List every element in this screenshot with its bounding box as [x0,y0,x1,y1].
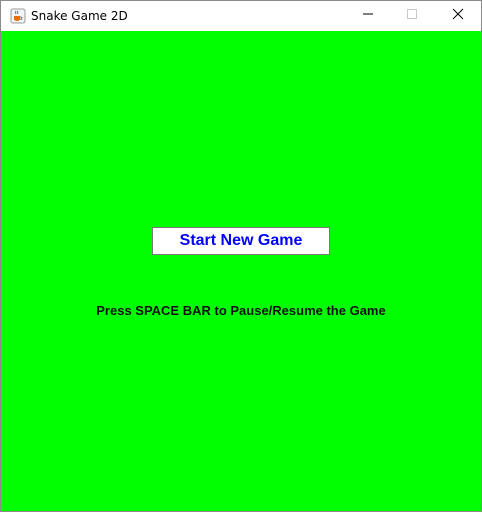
title-bar[interactable]: Snake Game 2D [1,1,481,31]
close-icon [452,7,464,25]
start-new-game-button[interactable]: Start New Game [152,227,330,255]
app-window: Snake Game 2D Start New Game Press SPACE… [0,0,482,512]
java-cup-icon [10,8,26,24]
game-panel[interactable]: Start New Game Press SPACE BAR to Pause/… [1,31,481,511]
minimize-icon [362,7,374,25]
pause-hint-label: Press SPACE BAR to Pause/Resume the Game [96,303,386,318]
window-title: Snake Game 2D [31,9,128,23]
maximize-icon [406,7,418,25]
close-button[interactable] [435,1,481,31]
maximize-button[interactable] [389,1,435,31]
minimize-button[interactable] [345,1,391,31]
